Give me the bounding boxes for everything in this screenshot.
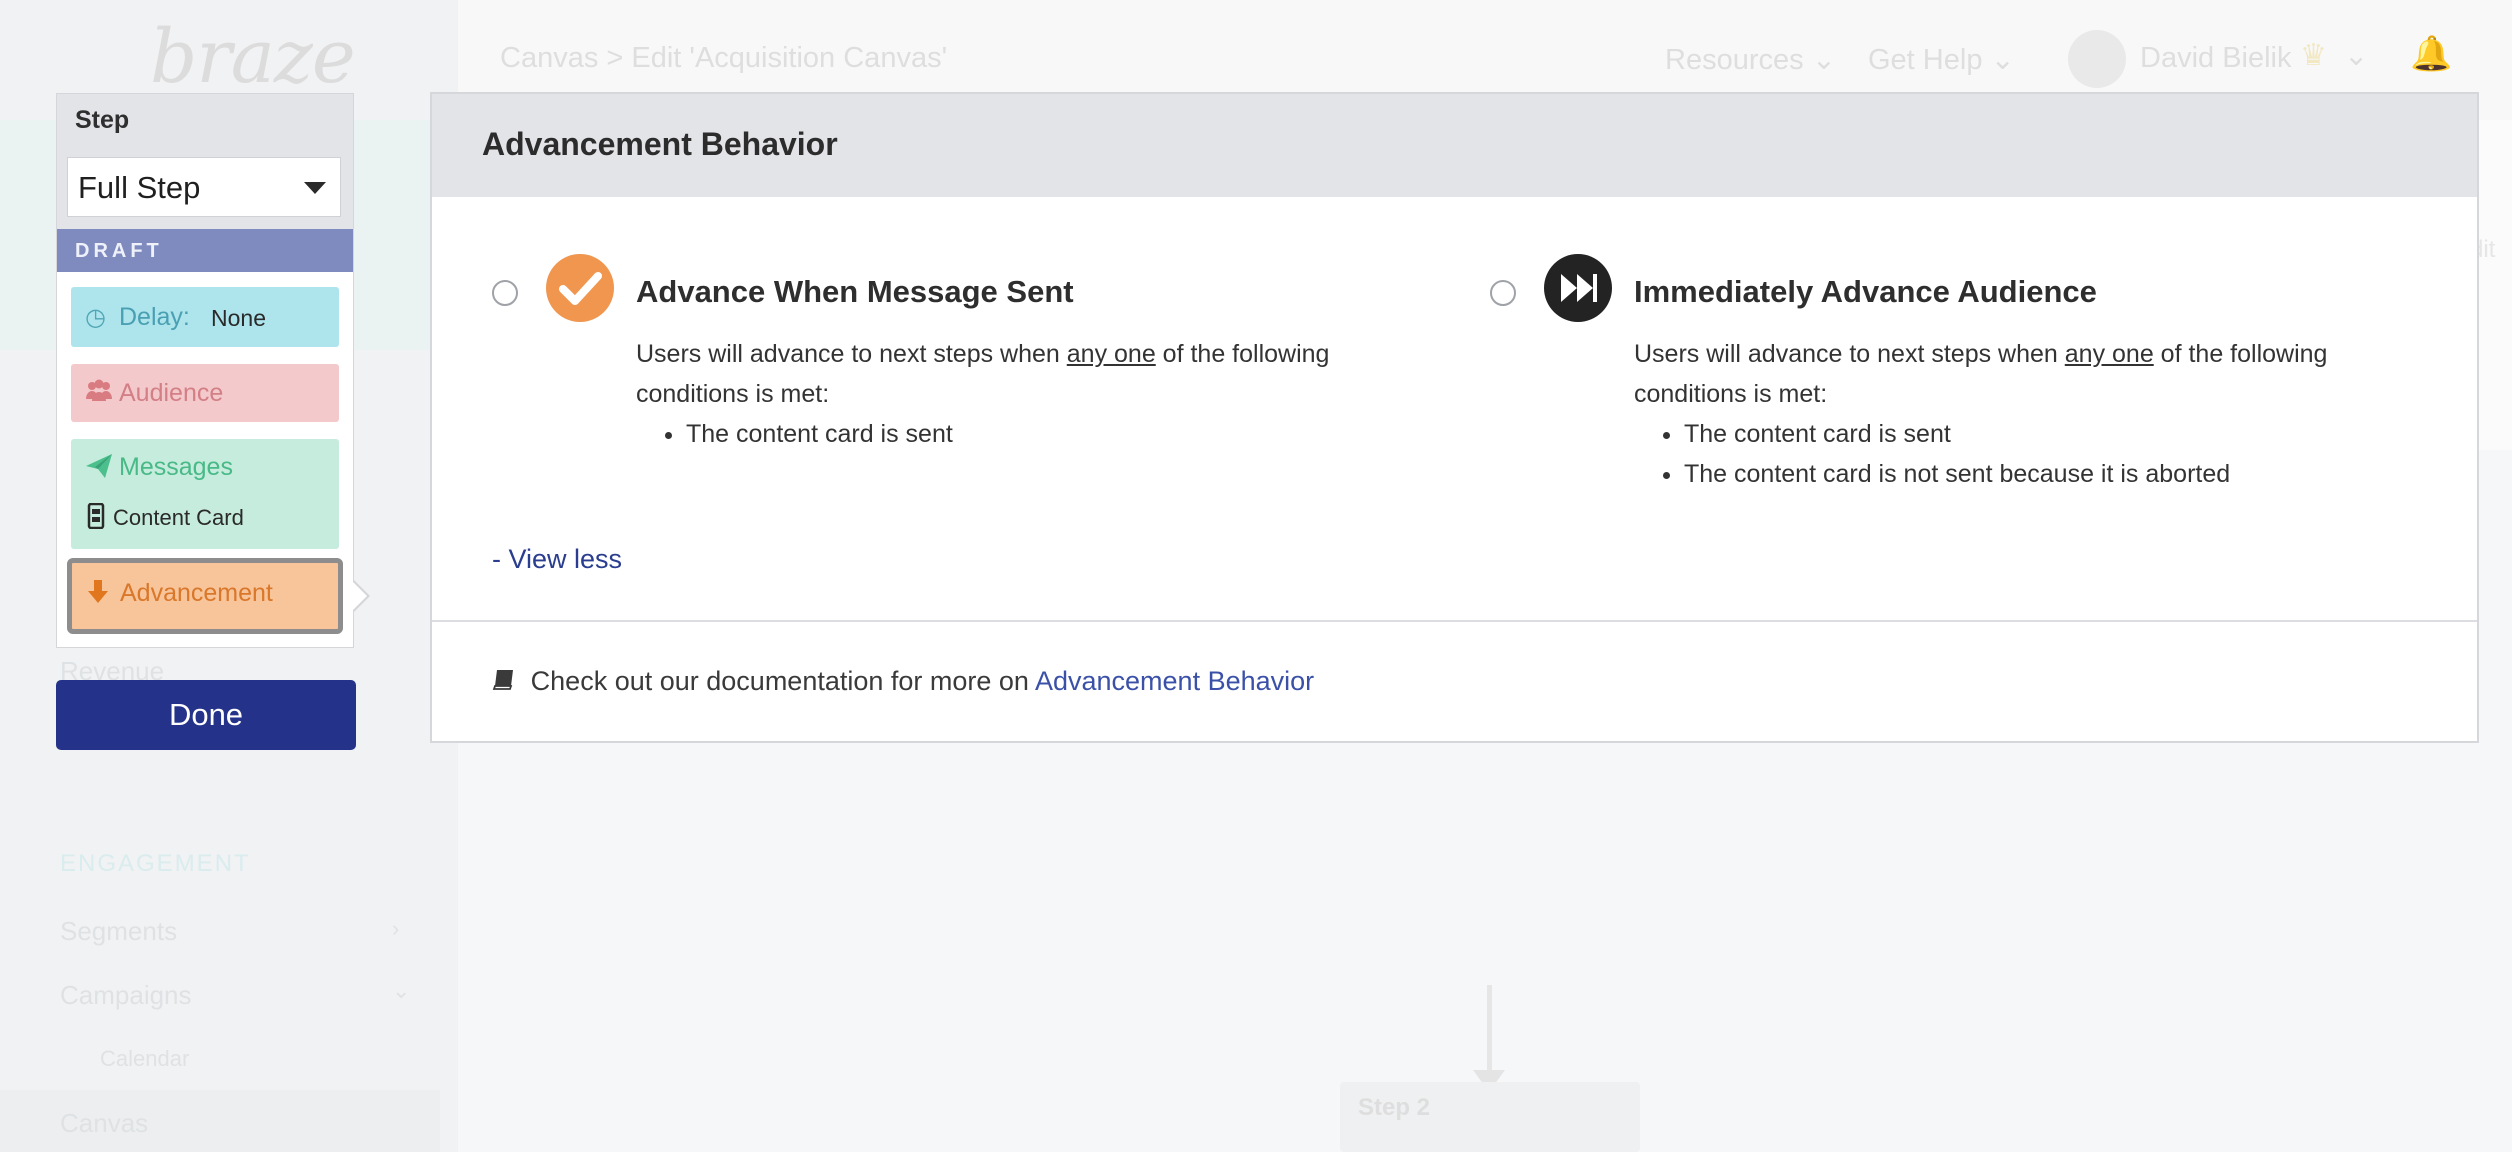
- desc-emphasis: any one: [2064, 340, 2154, 368]
- modal-header: Advancement Behavior: [432, 94, 2477, 197]
- audience-tile[interactable]: Audience: [71, 364, 339, 422]
- desc-prefix: Users will advance to next steps when: [1634, 340, 2065, 368]
- advancement-label: Advancement: [120, 579, 273, 607]
- breadcrumb[interactable]: Canvas > Edit 'Acquisition Canvas': [500, 42, 947, 75]
- done-button[interactable]: Done: [56, 680, 356, 750]
- advancement-behavior-modal: Advancement Behavior Advance When Messag…: [430, 92, 2479, 743]
- chevron-down-icon: ⌄: [392, 978, 411, 1003]
- caret-down-icon: [304, 182, 326, 194]
- condition-item: The content card is not sent because it …: [1684, 454, 2394, 494]
- arrow-down-icon: [86, 579, 110, 612]
- get-help-menu[interactable]: Get Help ⌄: [1868, 42, 2015, 77]
- option-description: Users will advance to next steps when an…: [1634, 334, 2394, 494]
- messages-tile[interactable]: Messages Content Card: [71, 439, 339, 549]
- sidebar-item-calendar[interactable]: Calendar: [100, 1046, 189, 1072]
- get-help-label: Get Help: [1868, 44, 1983, 76]
- sidebar-item-segments[interactable]: Segments: [60, 916, 177, 947]
- paper-plane-icon: [85, 453, 113, 486]
- immediately-advance-radio[interactable]: [1490, 280, 1516, 306]
- users-icon: [85, 379, 113, 410]
- book-icon: [492, 669, 523, 696]
- delay-value: None: [211, 305, 266, 331]
- step-panel-header: Step Full Step: [57, 94, 353, 229]
- bell-icon[interactable]: 🔔: [2410, 34, 2452, 74]
- brand-logo: braze: [150, 14, 356, 100]
- option-title: Advance When Message Sent: [636, 274, 1074, 309]
- audience-label: Audience: [119, 379, 224, 407]
- option-description: Users will advance to next steps when an…: [636, 334, 1396, 454]
- delay-tile[interactable]: ◷ Delay: None: [71, 287, 339, 347]
- messages-label: Messages: [119, 453, 233, 481]
- advance-when-sent-radio[interactable]: [492, 280, 518, 306]
- condition-item: The content card is sent: [686, 414, 1396, 454]
- content-card-icon: [87, 502, 105, 536]
- canvas-step-node[interactable]: Step 2: [1340, 1082, 1640, 1152]
- message-channel-label[interactable]: Content Card: [113, 505, 244, 531]
- sidebar-item-canvas[interactable]: Canvas: [60, 1108, 148, 1139]
- condition-list: The content card is sent The content car…: [1634, 414, 2394, 494]
- view-less-link[interactable]: - View less: [492, 544, 622, 575]
- crown-icon: ♛: [2300, 39, 2327, 72]
- chevron-right-icon: ›: [392, 916, 400, 941]
- condition-item: The content card is sent: [1684, 414, 2394, 454]
- check-icon: [546, 254, 614, 322]
- modal-title: Advancement Behavior: [482, 126, 838, 162]
- advancement-tile[interactable]: Advancement: [67, 558, 343, 634]
- user-name[interactable]: David Bielik: [2140, 42, 2292, 75]
- sidebar-item-campaigns[interactable]: Campaigns: [60, 980, 192, 1011]
- step-type-value: Full Step: [78, 170, 201, 205]
- status-text: DRAFT: [75, 240, 163, 262]
- delay-label: Delay:: [119, 303, 190, 331]
- advancement-pointer-fill: [353, 582, 367, 610]
- user-chevron-down-icon[interactable]: ⌄: [2344, 38, 2368, 73]
- documentation-text: Check out our documentation for more on: [530, 666, 1035, 696]
- clock-icon: ◷: [85, 304, 106, 331]
- step-type-select[interactable]: Full Step: [67, 157, 341, 217]
- option-title: Immediately Advance Audience: [1634, 274, 2097, 309]
- modal-divider: [432, 620, 2477, 622]
- fast-forward-icon: [1544, 254, 1612, 322]
- desc-emphasis: any one: [1066, 340, 1156, 368]
- canvas-step-label: Step 2: [1358, 1094, 1431, 1121]
- status-badge: DRAFT: [57, 229, 353, 272]
- documentation-note: Check out our documentation for more on …: [492, 666, 1314, 697]
- chevron-down-icon: ⌄: [1811, 44, 1836, 76]
- sidebar-section-engagement: ENGAGEMENT: [60, 850, 251, 877]
- resources-label: Resources: [1665, 44, 1804, 76]
- step-panel: Step Full Step DRAFT ◷ Delay: None Audie…: [56, 93, 354, 648]
- resources-menu[interactable]: Resources ⌄: [1665, 42, 1836, 77]
- condition-list: The content card is sent: [636, 414, 1396, 454]
- documentation-link[interactable]: Advancement Behavior: [1035, 666, 1314, 696]
- step-label: Step: [75, 106, 130, 134]
- avatar[interactable]: [2068, 30, 2126, 88]
- desc-prefix: Users will advance to next steps when: [636, 340, 1067, 368]
- chevron-down-icon: ⌄: [1990, 44, 2015, 76]
